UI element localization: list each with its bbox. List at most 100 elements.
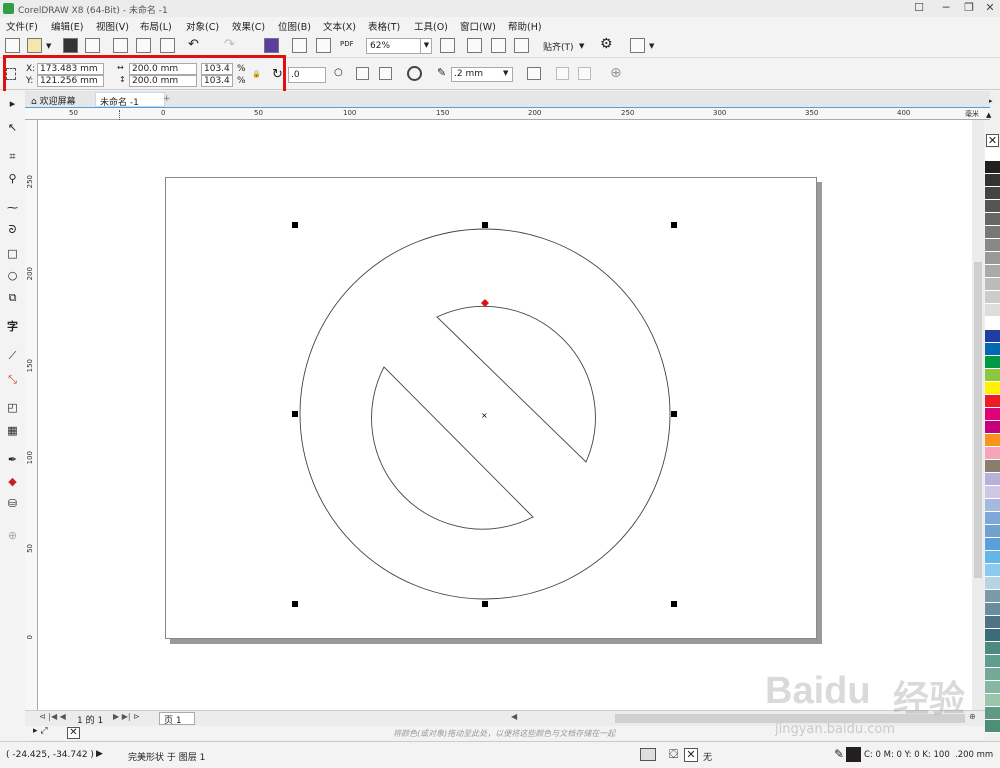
palette-swatch[interactable] [985,291,1000,304]
menu-text[interactable]: 文本(X) [323,19,356,33]
palette-swatch[interactable] [985,525,1000,538]
palette-scroll-up-icon[interactable]: ▸ [989,97,993,105]
eyedropper-icon[interactable]: ✒ [5,453,20,467]
menu-tools[interactable]: 工具(O) [414,19,448,33]
gear-icon[interactable]: ⚙ [600,36,613,52]
vertical-ruler[interactable]: 250 200 150 100 50 0 [25,120,38,710]
menu-layout[interactable]: 布局(L) [140,19,172,33]
copy-icon[interactable] [136,38,151,53]
zoom-tool-icon[interactable]: ⚲ [5,172,20,186]
palette-swatch[interactable] [985,629,1000,642]
palette-swatch[interactable] [985,642,1000,655]
account-icon[interactable]: ☐ [905,0,933,17]
palette-swatch[interactable] [985,252,1000,265]
palette-swatch[interactable] [985,330,1000,343]
palette-swatch[interactable] [985,564,1000,577]
palette-swatch[interactable] [985,356,1000,369]
rotation-angle-field[interactable]: .0 [288,67,326,83]
redo-icon[interactable]: ↷ [224,37,235,52]
palette-swatch[interactable] [985,460,1000,473]
app-launcher-icon[interactable] [630,38,645,53]
palette-swatch[interactable] [985,590,1000,603]
horizontal-ruler[interactable]: 50 0 50 100 150 200 250 300 350 400 毫米 [25,107,990,120]
scroll-left-icon[interactable]: ◀ [511,712,517,721]
palette-swatch[interactable] [985,421,1000,434]
palette-options-icon[interactable]: ▸ ⤢ [33,726,48,736]
crop-tool-icon[interactable]: ⌗ [5,150,20,164]
vertical-scroll-thumb[interactable] [974,262,982,578]
polygon-tool-icon[interactable]: ⧉ [5,291,20,305]
export-icon[interactable] [316,38,331,53]
close-button[interactable]: ✕ [976,0,1000,17]
palette-swatch[interactable] [985,577,1000,590]
add-tab-button[interactable]: + [159,92,175,107]
guidelines-icon[interactable] [514,38,529,53]
palette-swatch[interactable] [985,538,1000,551]
menu-window[interactable]: 窗口(W) [460,19,496,33]
text-tool-icon[interactable]: 字 [5,320,20,334]
undo-icon[interactable]: ↶ [188,37,199,52]
full-screen-icon[interactable] [440,38,455,53]
palette-swatch[interactable] [985,148,1000,161]
transparency-icon[interactable]: ▦ [5,424,20,438]
text-wrap-icon[interactable] [527,67,541,80]
page-nav-next-icon[interactable]: ▶ ▶| ⊳ [113,712,140,721]
paste-icon[interactable] [160,38,175,53]
palette-swatch[interactable] [985,512,1000,525]
palette-swatch[interactable] [985,187,1000,200]
show-grid-icon[interactable] [491,38,506,53]
chevron-down-icon[interactable]: ▼ [503,69,508,77]
artistic-media-icon[interactable]: ᘐ [5,223,20,237]
pick-tool-icon[interactable]: ▸ [5,97,20,111]
palette-swatch[interactable] [985,473,1000,486]
shape-tool-icon[interactable]: ↖ [5,121,20,135]
palette-swatch[interactable] [985,239,1000,252]
palette-swatch[interactable] [985,434,1000,447]
menu-object[interactable]: 对象(C) [186,19,219,33]
add-tool-icon[interactable]: ⊕ [5,529,20,543]
menu-table[interactable]: 表格(T) [368,19,400,33]
mirror-vertical-icon[interactable] [379,67,392,80]
ellipse-tool-icon[interactable]: ○ [5,269,20,283]
palette-swatch[interactable] [985,382,1000,395]
tab-document[interactable]: 未命名 -1 [95,92,165,108]
page-tab[interactable]: 页 1 [159,712,195,726]
print-icon[interactable] [85,38,100,53]
drop-shadow-icon[interactable]: ◰ [5,401,20,415]
palette-swatch[interactable] [985,603,1000,616]
document-page[interactable] [165,177,817,639]
menu-bitmaps[interactable]: 位图(B) [278,19,311,33]
palette-swatch[interactable] [985,226,1000,239]
wrap-text-icon[interactable] [407,66,422,81]
add-icon[interactable]: ⊕ [610,65,622,81]
document-no-color-swatch[interactable]: ✕ [67,727,80,739]
new-document-icon[interactable] [5,38,20,53]
palette-swatch[interactable] [985,486,1000,499]
palette-swatch[interactable] [985,265,1000,278]
page-nav-first-icon[interactable]: ⊲ |◀ ◀ [39,712,66,721]
save-icon[interactable] [63,38,78,53]
cut-icon[interactable] [113,38,128,53]
menu-view[interactable]: 视图(V) [96,19,129,33]
connector-tool-icon[interactable]: ⤡ [5,373,20,387]
menu-file[interactable]: 文件(F) [6,19,38,33]
palette-swatch[interactable] [985,447,1000,460]
chevron-up-icon[interactable]: ▲ [986,111,991,119]
menu-edit[interactable]: 编辑(E) [51,19,83,33]
tab-welcome[interactable]: ⌂ 欢迎屏幕 [27,92,93,107]
menu-help[interactable]: 帮助(H) [508,19,542,33]
chevron-down-icon[interactable]: ▼ [579,42,584,50]
export-pdf-icon[interactable]: PDF [340,40,354,48]
import-icon[interactable] [292,38,307,53]
chevron-down-icon[interactable]: ▼ [46,42,51,50]
palette-swatch[interactable] [985,395,1000,408]
show-rulers-icon[interactable] [467,38,482,53]
palette-swatch[interactable] [985,369,1000,382]
snap-to-menu[interactable]: 贴齐(T) [543,40,574,53]
parallel-dimension-icon[interactable]: ⟋ [5,349,20,363]
rectangle-tool-icon[interactable]: □ [5,247,20,261]
palette-swatch[interactable] [985,200,1000,213]
palette-swatch[interactable] [985,551,1000,564]
chevron-down-icon[interactable]: ▼ [420,38,432,54]
play-icon[interactable]: ▶ [96,749,103,759]
